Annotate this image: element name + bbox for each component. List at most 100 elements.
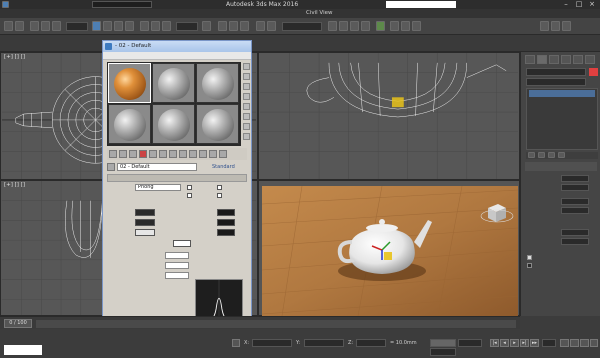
material-type-button[interactable]: Standard [212,164,235,170]
display-tab-icon[interactable] [573,55,583,64]
object-color-swatch[interactable] [589,68,598,76]
go-to-parent-icon[interactable] [209,150,217,158]
next-frame-icon[interactable]: ▸| [520,339,529,347]
time-slider[interactable]: 0 / 100 [4,319,32,328]
select-by-name-icon[interactable] [103,21,112,31]
viewport-label[interactable]: [+] [] [] [4,182,25,188]
snap-icon[interactable] [218,21,227,31]
backlight-icon[interactable] [243,73,250,80]
scale-icon[interactable] [162,21,171,31]
undo-icon[interactable] [4,21,13,31]
shader-basic-params-rollout[interactable] [107,174,247,182]
link-icon[interactable] [30,21,39,31]
menu-civil-view[interactable]: Civil View [306,10,332,16]
toolbar-extra-icon-2[interactable] [551,21,560,31]
copy-material-icon[interactable] [149,150,157,158]
param-value[interactable] [561,184,589,191]
reference-coord-dropdown[interactable] [176,22,198,31]
param-radius[interactable] [561,175,589,182]
glossiness-input[interactable] [165,262,189,269]
goto-end-icon[interactable]: ▸▸ [530,339,539,347]
specular-level-input[interactable] [165,252,189,259]
put-to-library-icon[interactable] [169,150,177,158]
modify-tab-icon[interactable] [537,55,547,64]
play-icon[interactable]: ▸ [510,339,519,347]
prev-frame-icon[interactable]: ◂ [500,339,509,347]
self-illum-color-swatch[interactable] [217,209,235,216]
param-value[interactable] [561,238,589,245]
param-value[interactable] [561,207,589,214]
x-coord-input[interactable] [252,339,292,347]
wire-checkbox[interactable] [187,185,192,190]
show-map-icon[interactable] [189,150,197,158]
rendered-frame-icon[interactable] [401,21,410,31]
viewport-front[interactable] [258,52,520,180]
make-unique-icon[interactable] [159,150,167,158]
put-to-scene-icon[interactable] [119,150,127,158]
schematic-icon[interactable] [361,21,370,31]
auto-key-button[interactable] [430,339,456,347]
current-frame-input[interactable] [542,339,556,347]
param-segments[interactable] [561,229,589,236]
toolbar-extra-icon-3[interactable] [562,21,571,31]
move-icon[interactable] [140,21,149,31]
render-setup-icon[interactable] [390,21,399,31]
bind-icon[interactable] [52,21,61,31]
material-id-icon[interactable] [179,150,187,158]
set-key-button[interactable] [430,348,456,356]
make-unique-icon[interactable] [548,152,555,158]
orbit-icon[interactable] [580,339,589,347]
render-icon[interactable] [412,21,421,31]
mirror-icon[interactable] [256,21,265,31]
object-name-input[interactable] [526,68,586,76]
pan-icon[interactable] [570,339,579,347]
workspace-select[interactable] [92,1,152,8]
hierarchy-tab-icon[interactable] [549,55,559,64]
material-editor-titlebar[interactable]: - 02 - Default [103,41,251,52]
graphite-icon[interactable] [339,21,348,31]
make-preview-icon[interactable] [243,113,250,120]
sample-slot[interactable] [108,104,151,144]
utilities-tab-icon[interactable] [585,55,595,64]
align-icon[interactable] [267,21,276,31]
shader-type-dropdown[interactable]: Phong [135,184,181,191]
close-icon[interactable]: × [586,0,598,9]
background-icon[interactable] [243,83,250,90]
opacity-swatch[interactable] [217,219,235,226]
pick-material-icon[interactable] [107,163,115,171]
parameters-rollout[interactable] [525,162,597,171]
assign-to-selection-icon[interactable] [129,150,137,158]
selection-filter-dropdown[interactable] [66,22,88,31]
zoom-icon[interactable] [560,339,569,347]
goto-start-icon[interactable]: |◂ [490,339,499,347]
motion-tab-icon[interactable] [561,55,571,64]
material-editor-icon[interactable] [376,21,385,31]
soften-input[interactable] [165,272,189,279]
two-sided-checkbox[interactable] [217,185,222,190]
maxscript-listener[interactable] [4,345,42,355]
named-selection-dropdown[interactable] [282,22,322,31]
specular-color-swatch[interactable] [135,229,155,236]
pin-stack-icon[interactable] [528,152,535,158]
minimize-icon[interactable]: – [560,0,572,9]
go-forward-icon[interactable] [219,150,227,158]
sample-slot[interactable] [152,63,195,103]
sample-slot[interactable] [196,104,239,144]
ambient-color-swatch[interactable] [135,209,155,216]
redo-icon[interactable] [15,21,24,31]
options-icon[interactable] [243,123,250,130]
reset-map-icon[interactable] [139,150,147,158]
facemap-checkbox[interactable] [187,193,192,198]
select-object-icon[interactable] [92,21,101,31]
y-coord-input[interactable] [304,339,344,347]
viewport-label[interactable]: [+] [] [] [4,54,25,60]
sample-slot-selected[interactable] [108,63,151,103]
video-check-icon[interactable] [243,103,250,110]
material-name-input[interactable]: 02 - Default [117,163,197,171]
modifier-list-dropdown[interactable] [526,78,586,86]
real-world-map-checkbox[interactable] [527,263,532,268]
sample-slot[interactable] [152,104,195,144]
rotate-icon[interactable] [151,21,160,31]
create-tab-icon[interactable] [525,55,535,64]
stack-item[interactable] [529,90,595,97]
